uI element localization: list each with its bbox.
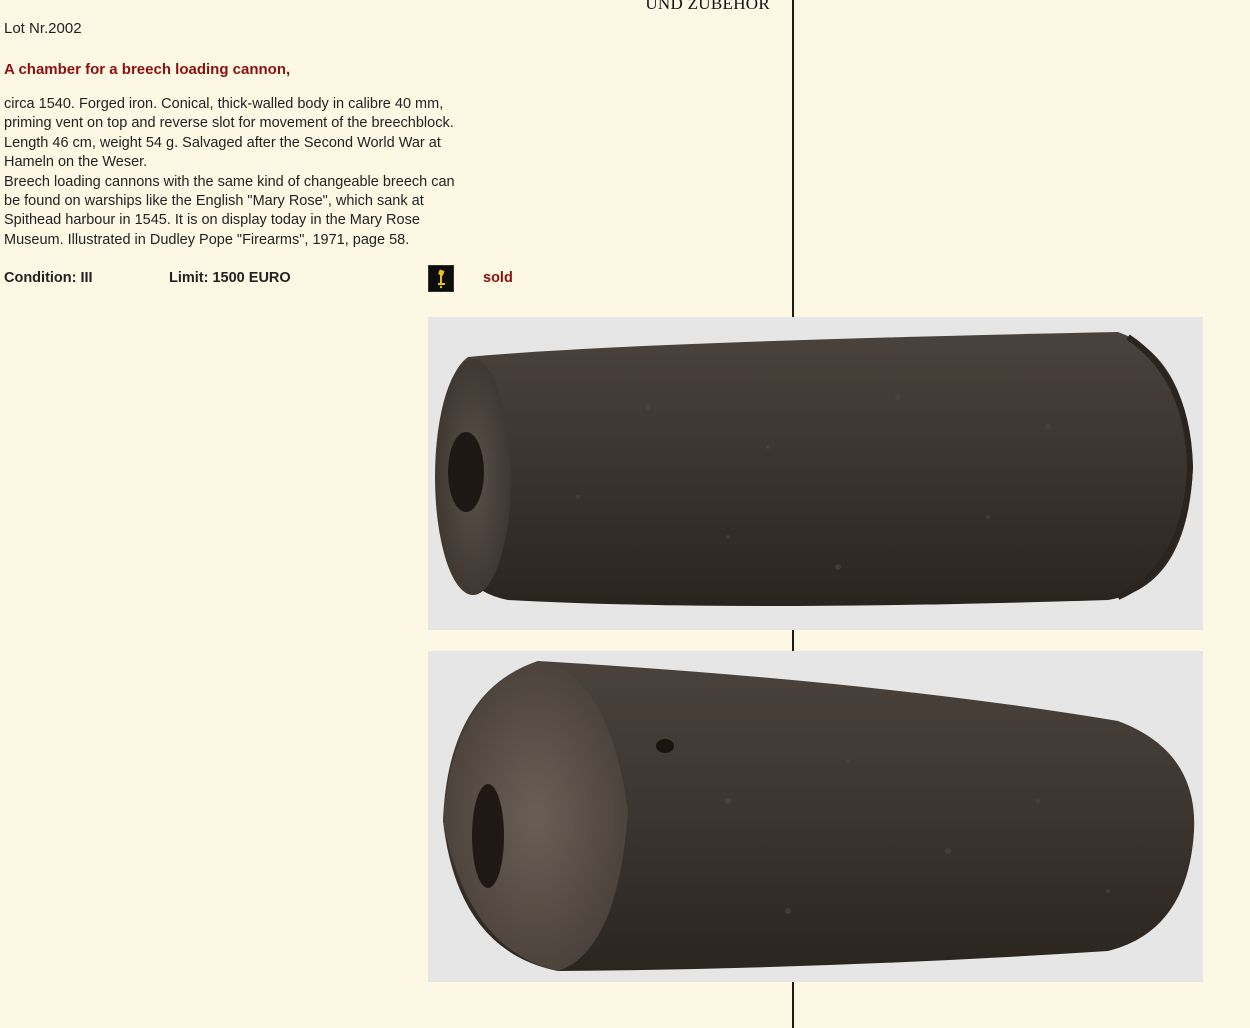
cannon-chamber-photo-angled[interactable] [428,651,1203,982]
lot-description: circa 1540. Forged iron. Conical, thick-… [4,95,509,250]
cannon-chamber-photo-side[interactable] [428,317,1203,630]
catalog-header-fragment: UND ZUBEHÖR [645,0,770,13]
lot-title: A chamber for a breech loading cannon, [4,61,291,78]
auction-lot-page: UND ZUBEHÖR Lot Nr.2002 A chamber for a … [0,0,1250,1028]
status-sold: sold [483,270,513,286]
description-line: Breech loading cannons with the same kin… [4,173,455,190]
limit-label: Limit: 1500 EURO [169,270,291,286]
description-line: Museum. Illustrated in Dudley Pope "Fire… [4,231,410,248]
description-line: Length 46 cm, weight 54 g. Salvaged afte… [4,134,441,151]
description-line: Hameln on the Weser. [4,154,148,171]
description-line: priming vent on top and reverse slot for… [4,115,454,132]
auction-hammer-icon[interactable] [428,265,454,292]
description-line: Spithead harbour in 1545. It is on displ… [4,212,420,229]
condition-label: Condition: III [4,270,93,286]
description-line: circa 1540. Forged iron. Conical, thick-… [4,96,444,112]
lot-number: Lot Nr.2002 [4,20,82,37]
description-line: be found on warships like the English "M… [4,193,424,210]
